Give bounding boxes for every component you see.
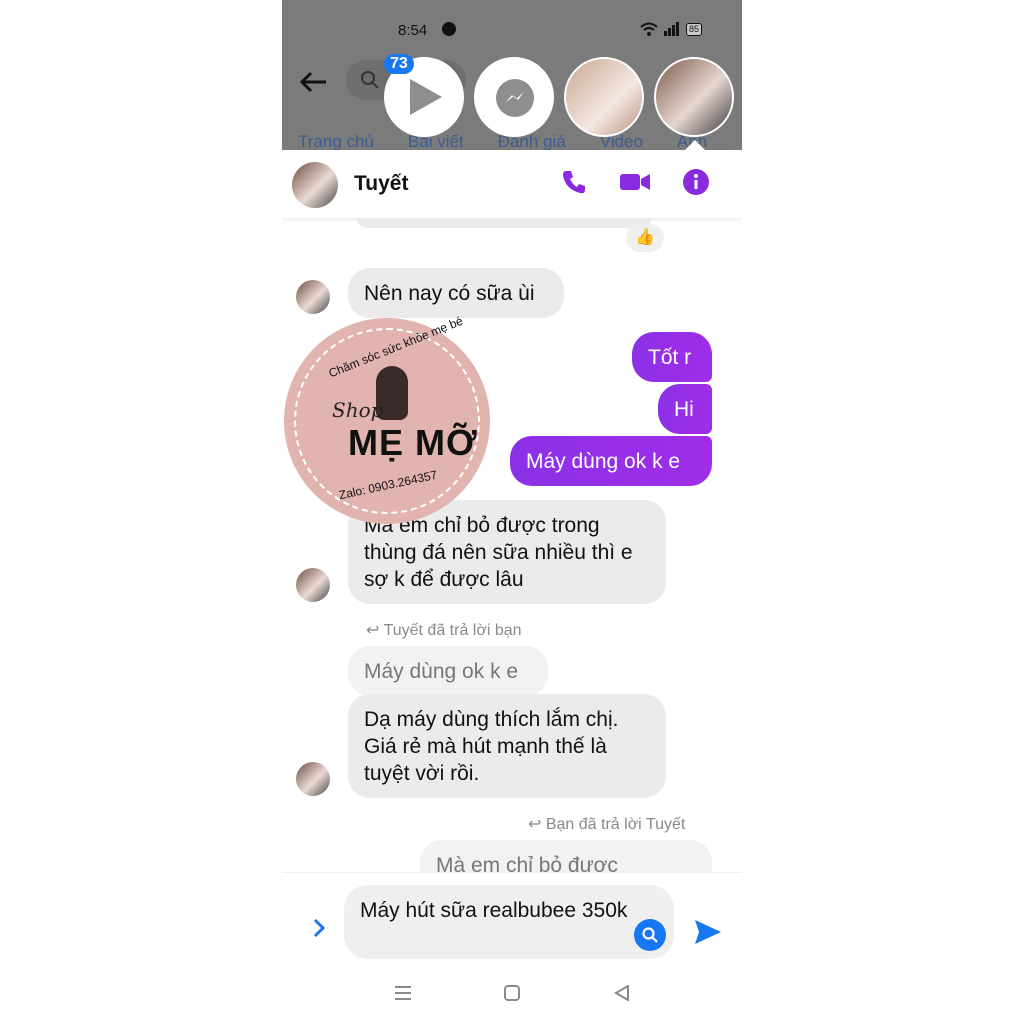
chat-head-messenger[interactable] (474, 57, 554, 137)
sender-avatar[interactable] (296, 568, 330, 602)
stamp-shop-label: Shop (332, 398, 384, 422)
back-triangle-icon[interactable] (614, 984, 630, 1007)
reply-note-text: Tuyết đã trả lời bạn (383, 622, 522, 639)
reply-note-text: Bạn đã trả lời Tuyết (545, 816, 686, 833)
sender-avatar[interactable] (296, 762, 330, 796)
search-icon (361, 71, 379, 89)
battery-icon: 85 (686, 22, 703, 36)
previous-message-stub (354, 218, 654, 228)
active-chat-caret (685, 140, 705, 150)
video-camera-icon[interactable] (619, 168, 651, 196)
reply-note: ↩ Bạn đã trả lời Tuyết (528, 814, 685, 834)
phone-icon[interactable] (560, 168, 588, 196)
avatar[interactable] (292, 162, 338, 208)
menu-icon[interactable] (394, 984, 412, 1007)
signal-icon (664, 22, 679, 36)
quoted-message[interactable]: Máy dùng ok k e (348, 646, 548, 696)
info-icon[interactable] (682, 168, 710, 196)
message-outgoing[interactable]: Hi (658, 384, 712, 434)
message-incoming[interactable]: Dạ máy dùng thích lắm chị. Giá rẻ mà hút… (348, 694, 666, 798)
contact-name[interactable]: Tuyết (354, 172, 408, 196)
status-time: 8:54 (398, 22, 428, 39)
stamp-brand: MẸ MỠ (348, 422, 478, 463)
search-icon[interactable] (634, 919, 666, 951)
phone-screen: 8:54 85 Trang chủ Bài viết Đánh giá Vide… (282, 0, 742, 1024)
message-incoming[interactable]: Nên nay có sữa ùi (348, 268, 564, 318)
system-nav-bar (282, 966, 742, 1024)
quoted-message[interactable]: Mà em chỉ bỏ được (420, 840, 712, 872)
reply-arrow-icon: ↩ (528, 816, 542, 833)
chat-header: Tuyết (282, 150, 742, 218)
thumbs-up-reaction[interactable]: 👍 (626, 224, 664, 252)
wifi-icon (640, 22, 658, 36)
reply-note: ↩ Tuyết đã trả lời bạn (366, 620, 522, 640)
shop-watermark-stamp: Chăm sóc sức khỏe mẹ bé Shop MẸ MỠ Zalo:… (284, 314, 490, 524)
chevron-right-icon[interactable] (312, 917, 326, 946)
message-composer: Máy hút sữa realbubee 350k (282, 872, 742, 967)
sender-avatar[interactable] (296, 280, 330, 314)
reply-arrow-icon: ↩ (366, 622, 380, 639)
message-list[interactable]: 👍 Nên nay có sữa ùi Tốt r Hi Máy dùng ok… (282, 218, 742, 872)
facebook-notification-icon (442, 22, 456, 36)
messenger-icon (496, 79, 534, 117)
home-icon[interactable] (504, 984, 520, 1007)
message-outgoing[interactable]: Tốt r (632, 332, 712, 382)
chat-head-contact-1[interactable] (564, 57, 644, 137)
unread-badge: 73 (384, 54, 414, 74)
tab-home[interactable]: Trang chủ (298, 132, 374, 152)
chat-head-contact-2[interactable] (654, 57, 734, 137)
message-input[interactable]: Máy hút sữa realbubee 350k (344, 885, 674, 959)
status-icons: 85 (640, 22, 703, 36)
back-arrow-icon[interactable] (298, 68, 328, 102)
status-bar: 8:54 85 (282, 0, 742, 60)
message-input-text[interactable]: Máy hút sữa realbubee 350k (360, 897, 630, 924)
play-icon (410, 79, 442, 115)
send-icon[interactable] (694, 919, 722, 945)
message-outgoing[interactable]: Máy dùng ok k e (510, 436, 712, 486)
